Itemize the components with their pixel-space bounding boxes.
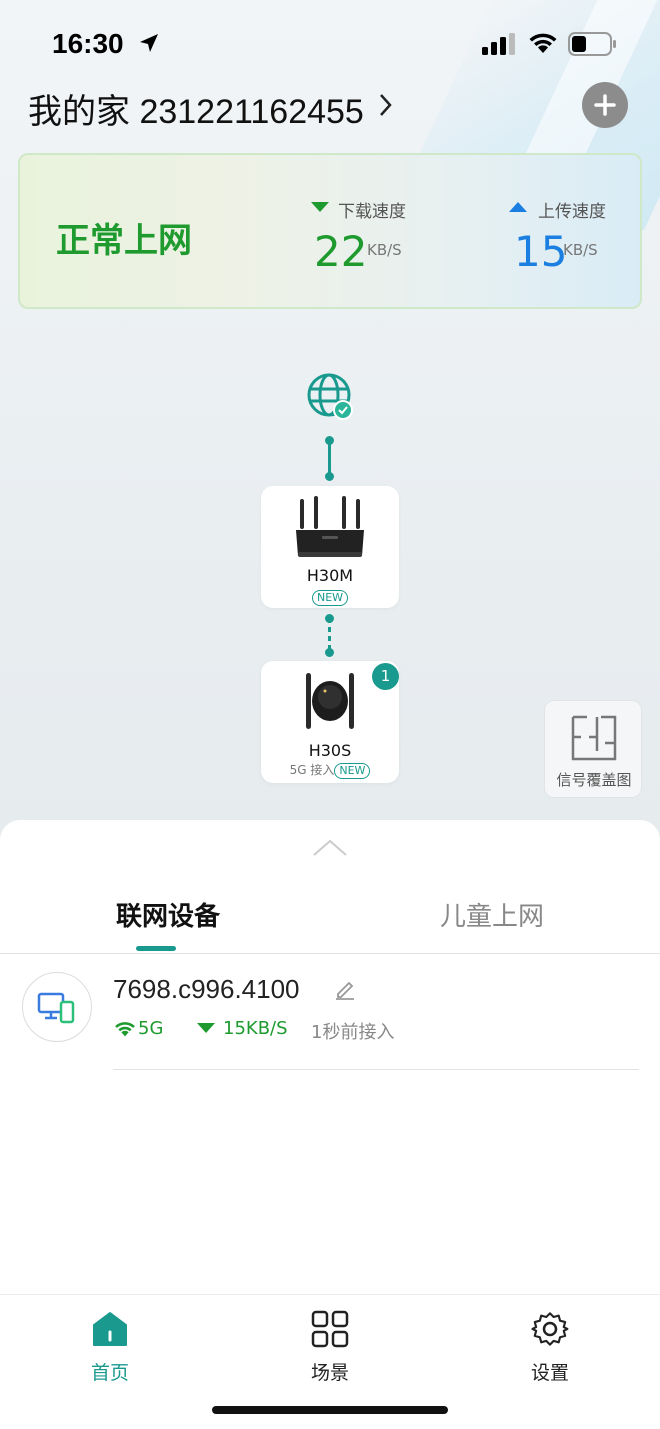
download-value: 22 — [314, 227, 368, 276]
devices-icon — [37, 992, 75, 1024]
grid-icon — [311, 1310, 349, 1348]
upload-value: 15 — [514, 227, 568, 276]
nav-home-label: 首页 — [90, 1362, 129, 1384]
status-bar: 16:30 — [0, 0, 660, 88]
chevron-right-icon[interactable] — [378, 92, 394, 118]
cellular-signal-icon — [482, 33, 515, 55]
divider — [0, 953, 660, 954]
upload-unit: KB/S — [563, 241, 598, 259]
wifi-icon — [529, 33, 557, 53]
list-item[interactable]: 7698.c996.4100 5G 15KB/S 1秒前接入 — [0, 966, 660, 1070]
divider — [0, 1294, 660, 1295]
extender-name: H30S — [308, 741, 352, 760]
battery-icon — [568, 32, 616, 56]
download-arrow-icon — [311, 202, 329, 212]
device-band: 5G — [138, 1018, 164, 1039]
home-icon — [93, 1312, 127, 1346]
device-name: 7698.c996.4100 — [113, 974, 300, 1004]
gear-icon — [531, 1312, 569, 1346]
chevron-up-icon[interactable] — [312, 838, 348, 858]
edit-icon[interactable] — [334, 978, 356, 1000]
nav-settings[interactable]: 设置 — [500, 1306, 600, 1385]
upload-label: 上传速度 — [538, 202, 606, 222]
home-indicator[interactable] — [212, 1406, 448, 1414]
download-label: 下载速度 — [338, 202, 406, 222]
extender-icon — [306, 673, 354, 729]
status-time: 16:30 — [52, 28, 124, 59]
coverage-label: 信号覆盖图 — [556, 771, 632, 789]
tab-kids-online[interactable]: 儿童上网 — [440, 896, 544, 933]
extender-access: 5G 接入 — [289, 763, 335, 777]
new-badge: NEW — [334, 763, 371, 779]
globe-icon[interactable] — [306, 372, 356, 422]
add-button[interactable] — [582, 82, 628, 128]
upload-arrow-icon — [509, 202, 527, 212]
device-avatar — [22, 972, 92, 1042]
router-icon — [296, 496, 364, 557]
device-speed: 15KB/S — [223, 1018, 288, 1039]
link-dot — [325, 648, 334, 657]
router-name: H30M — [306, 566, 354, 585]
download-arrow-icon — [197, 1023, 215, 1033]
divider — [113, 1069, 639, 1070]
network-status-card[interactable]: 正常上网 下载速度 22 KB/S 上传速度 15 KB/S — [18, 153, 642, 309]
device-joined-time: 1秒前接入 — [311, 1022, 395, 1043]
signal-coverage-button[interactable]: 信号覆盖图 — [544, 700, 642, 798]
active-tab-indicator — [136, 946, 176, 951]
client-count-badge: 1 — [372, 663, 399, 690]
extender-badge-row: 5G 接入 NEW — [261, 761, 399, 779]
nav-scene[interactable]: 场景 — [280, 1306, 380, 1385]
nav-settings-label: 设置 — [530, 1362, 569, 1384]
router-badge-row: NEW — [261, 586, 399, 606]
tab-connected-devices[interactable]: 联网设备 — [116, 896, 220, 933]
location-arrow-icon — [140, 34, 158, 52]
link-dot — [325, 472, 334, 481]
floorplan-icon — [571, 715, 617, 761]
wifi-icon — [115, 1022, 135, 1037]
plus-icon — [594, 94, 616, 116]
download-unit: KB/S — [367, 241, 402, 259]
home-title[interactable]: 我的家 231221162455 — [28, 84, 364, 133]
new-badge: NEW — [311, 590, 349, 606]
nav-scene-label: 场景 — [310, 1362, 349, 1384]
router-node-h30m[interactable]: H30M NEW — [261, 486, 399, 608]
network-status: 正常上网 — [56, 221, 192, 261]
nav-home[interactable]: 首页 — [60, 1306, 160, 1385]
